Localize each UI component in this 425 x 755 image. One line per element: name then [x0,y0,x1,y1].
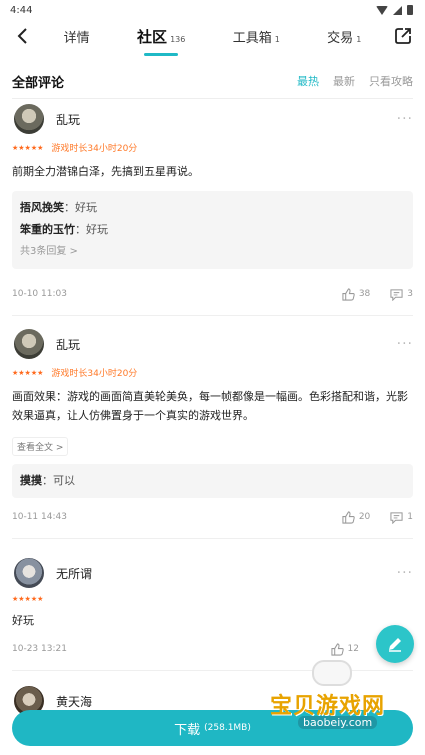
thumbs-up-icon [342,510,355,524]
download-label: 下载 [174,722,201,738]
like-button[interactable]: 12 [330,642,359,656]
reply-item: 摸摸：可以 [20,474,75,487]
star-rating: ★★★★★ [12,143,44,152]
reply-author[interactable]: 摸摸 [20,474,42,487]
like-count: 20 [358,512,371,522]
comment-text[interactable]: 前期全力潜锦白泽，先搞到五星再说。 [12,162,413,181]
reply-count: 3 [407,289,413,299]
thumbs-up-icon [330,642,344,656]
reply-button[interactable]: 1 [390,511,413,524]
section-title: 全部评论 [12,75,65,91]
status-bar: 4:44 [0,0,425,20]
like-count: 12 [347,644,359,654]
comments-header: 全部评论 最热 最新 只看攻略 [0,70,425,92]
tab-trade[interactable]: 交易 1 [325,23,363,50]
avatar[interactable] [14,558,44,588]
signal-icon [393,5,402,15]
comment-icon [390,288,403,301]
top-nav: 详情 社区 136 工具箱 1 交易 1 [0,20,425,52]
pencil-icon [389,638,401,652]
separator [12,315,413,316]
star-rating: ★★★★★ [12,368,44,377]
reply-text: 好玩 [75,201,97,214]
tab-details[interactable]: 详情 [62,23,92,50]
reply-item: 捂风挽笑：好玩 [20,201,97,214]
username[interactable]: 无所谓 [56,565,397,582]
download-button[interactable]: 下载 (258.1MB) [12,710,413,746]
comment-icon [390,511,403,524]
like-count: 38 [358,289,371,299]
tab-community-count: 136 [170,34,186,44]
reply-text: 可以 [53,474,75,487]
reply-author[interactable]: 捂风挽笑 [20,201,64,214]
separator [12,670,413,671]
download-size: (258.1MB) [204,723,251,733]
status-time: 4:44 [10,4,33,16]
sort-options: 最热 最新 只看攻略 [297,73,413,89]
comment-text[interactable]: 好玩 [12,611,413,630]
more-icon[interactable]: ··· [397,111,413,127]
reply-text: 好玩 [86,223,108,236]
reply-box[interactable]: 摸摸：可以 [12,464,413,498]
reply-box[interactable]: 捂风挽笑：好玩 笨重的玉竹：好玩 共3条回复 > [12,191,413,269]
sort-latest[interactable]: 最新 [333,73,355,89]
comment-date: 10-23 13:21 [12,644,67,654]
sort-hot[interactable]: 最热 [297,73,319,89]
star-rating: ★★★★★ [12,595,44,603]
comment-text[interactable]: 画面效果：游戏的画面简直美轮美奂，每一帧都像是一幅画。色彩搭配和谐，光影效果逼真… [12,387,413,425]
comment-date: 10-10 11:03 [12,289,67,299]
comment-item: 乱玩 ··· ★★★★★ 游戏时长34小时20分 画面效果：游戏的画面简直美轮美… [0,324,425,539]
status-icons [376,5,413,15]
tab-community-label: 社区 [137,27,168,46]
more-icon[interactable]: ··· [397,565,413,581]
wifi-icon [376,5,388,15]
avatar[interactable] [14,104,44,134]
tab-details-label: 详情 [63,30,90,46]
avatar[interactable] [14,329,44,359]
share-icon[interactable] [391,24,415,48]
tab-community[interactable]: 社区 136 [135,22,187,51]
thumbs-up-icon [342,287,355,301]
tab-trade-label: 交易 [327,30,354,46]
tab-trade-count: 1 [356,34,362,44]
username[interactable]: 乱玩 [56,111,397,128]
reply-button[interactable]: 3 [390,288,413,301]
comment-date: 10-11 14:43 [12,512,67,522]
play-time: 游戏时长34小时20分 [51,369,138,379]
tab-bar: 详情 社区 136 工具箱 1 交易 1 [34,22,391,51]
tab-toolbox-count: 1 [274,34,280,44]
battery-icon [407,5,413,15]
sort-guides-only[interactable]: 只看攻略 [369,73,413,89]
back-icon[interactable] [10,24,34,48]
like-button[interactable]: 20 [342,510,371,524]
reply-author[interactable]: 笨重的玉竹 [20,223,75,236]
separator [12,538,413,539]
like-button[interactable]: 38 [342,287,371,301]
reply-item: 笨重的玉竹：好玩 [20,223,108,236]
play-time: 游戏时长34小时20分 [51,144,138,154]
more-icon[interactable]: ··· [397,336,413,352]
username[interactable]: 乱玩 [56,336,397,353]
comment-item: 乱玩 ··· ★★★★★ 游戏时长34小时20分 前期全力潜锦白泽，先搞到五星再… [0,99,425,316]
tab-toolbox[interactable]: 工具箱 1 [231,23,282,50]
view-all-replies-link[interactable]: 共3条回复 > [20,241,405,263]
expand-full-text-button[interactable]: 查看全文 > [12,437,69,456]
tab-toolbox-label: 工具箱 [232,30,272,46]
comment-item: 无所谓 ··· ★★★★★ 好玩 10-23 13:21 12 [0,553,425,671]
reply-count: 1 [407,512,413,522]
write-comment-button[interactable] [376,625,414,663]
username[interactable]: 黄天海 [56,693,413,710]
